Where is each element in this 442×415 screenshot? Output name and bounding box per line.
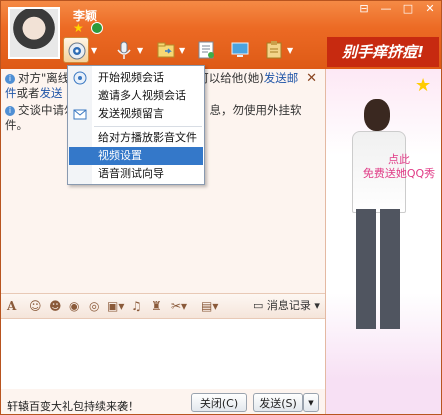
message-input[interactable]	[1, 319, 325, 389]
show-text-line2: 免费送她QQ秀	[362, 167, 436, 180]
send-mail-link[interactable]: 发送邮	[264, 71, 299, 85]
info-icon: i	[5, 105, 15, 116]
send-options-button[interactable]: ▼	[303, 393, 319, 412]
title-bar: 李颖 ★ ⊟ — □ ✕ ▼ ▼ ▼ ▼ 别手痒挤痘!	[1, 1, 441, 69]
clipboard-icon	[266, 41, 282, 59]
menu-separator	[94, 126, 202, 127]
level-star-icon: ★	[415, 75, 432, 96]
toolbox-icon[interactable]: ▤▾	[201, 299, 218, 313]
menu-item-label: 视频设置	[98, 149, 142, 162]
close-button[interactable]: 关闭(C)	[191, 393, 247, 412]
video-call-button[interactable]	[63, 37, 89, 63]
offline-notice-prefix: 对方"离线	[18, 71, 70, 85]
image-icon[interactable]: ▣▾	[107, 299, 124, 313]
promo-text[interactable]: 轩辕百变大礼包持续来袭！	[7, 398, 139, 414]
menu-item-video-message[interactable]: 发送视频留言	[69, 105, 203, 123]
menu-item-label: 给对方播放影音文件	[98, 131, 197, 144]
chat-window: 李颖 ★ ⊟ — □ ✕ ▼ ▼ ▼ ▼ 别手痒挤痘! i 对方"离线 可以给他…	[0, 0, 442, 415]
voice-call-button[interactable]	[111, 37, 137, 63]
folder-icon	[157, 42, 175, 58]
menu-item-voice-test[interactable]: 语音测试向导	[69, 165, 203, 183]
show-text-line1: 点此	[388, 153, 410, 166]
app-box-button[interactable]	[261, 37, 287, 63]
menu-item-label: 语音测试向导	[98, 167, 164, 180]
history-icon: ▭	[253, 299, 264, 312]
online-status-icon	[90, 22, 103, 34]
webcam-icon	[68, 42, 86, 60]
menu-item-label: 开始视频会话	[98, 71, 164, 84]
info-icon: i	[5, 73, 15, 84]
envelope-icon	[73, 109, 87, 120]
send-button[interactable]: 发送(S)	[253, 393, 303, 412]
close-window-button[interactable]: ✕	[419, 1, 441, 17]
menu-item-start-video[interactable]: 开始视频会话	[69, 69, 203, 87]
menu-item-play-media[interactable]: 给对方播放影音文件	[69, 129, 203, 147]
video-dropdown-menu: 开始视频会话 邀请多人视频会话 发送视频留言 给对方播放影音文件 视频设置 语音…	[67, 65, 205, 185]
screenshot-icon[interactable]: ✂▾	[171, 299, 187, 313]
offline-notice-suffix: 可以给他(她)	[197, 71, 264, 85]
magic-face-icon[interactable]: ☻	[49, 299, 62, 313]
avatar-hair	[364, 99, 390, 131]
emoji-icon[interactable]: ☺	[29, 299, 42, 313]
input-toolbar: A ☺ ☻ ◉ ◎ ▣▾ ♫ ♜ ✂▾ ▤▾ ▭ 消息记录 ▾	[1, 293, 325, 319]
video-dropdown-arrow[interactable]: ▼	[91, 46, 97, 55]
microphone-icon	[117, 41, 131, 59]
font-icon[interactable]: A	[7, 299, 16, 313]
avatar-legs	[356, 209, 400, 329]
message-history-button[interactable]: ▭ 消息记录 ▾	[253, 297, 320, 313]
app-box-dropdown-arrow[interactable]: ▼	[287, 46, 293, 55]
menu-item-video-settings[interactable]: 视频设置	[69, 147, 203, 165]
qq-show-panel[interactable]: ★ 点此 免费送她QQ秀	[325, 69, 441, 414]
voice-message-icon[interactable]: ◎	[89, 299, 99, 313]
mail-link-continuation[interactable]: 件	[5, 86, 17, 100]
bottom-bar: 轩辕百变大礼包持续来袭！ 关闭(C) 发送(S) ▼	[1, 391, 325, 414]
chevron-down-icon: ▾	[314, 299, 320, 312]
shake-icon[interactable]: ◉	[69, 299, 79, 313]
gift-icon[interactable]: ♜	[151, 299, 162, 313]
music-icon[interactable]: ♫	[131, 299, 142, 313]
minimize-button[interactable]: —	[375, 1, 397, 17]
window-controls: ⊟ — □ ✕	[353, 1, 441, 19]
avatar[interactable]	[8, 7, 60, 59]
remote-assist-button[interactable]	[227, 37, 253, 63]
send-file-button[interactable]	[153, 37, 179, 63]
offline-notice-or: 或者	[16, 86, 40, 100]
send-link[interactable]: 发送	[40, 86, 63, 100]
sms-button[interactable]	[193, 37, 219, 63]
voice-dropdown-arrow[interactable]: ▼	[137, 46, 143, 55]
message-list-icon	[198, 41, 214, 59]
monitor-icon	[231, 42, 249, 57]
file-dropdown-arrow[interactable]: ▼	[179, 46, 185, 55]
menu-item-label: 邀请多人视频会话	[98, 89, 186, 102]
history-label: 消息记录	[266, 299, 311, 312]
menu-item-label: 发送视频留言	[98, 107, 164, 120]
star-icon: ★	[73, 21, 84, 35]
maximize-button[interactable]: □	[397, 1, 419, 17]
ad-banner[interactable]: 别手痒挤痘!	[327, 37, 439, 67]
close-notice-icon[interactable]: ✕	[306, 71, 317, 86]
free-show-link[interactable]: 点此 免费送她QQ秀	[354, 153, 441, 181]
video-chat-icon	[73, 71, 87, 85]
window-menu-button[interactable]: ⊟	[353, 1, 375, 17]
menu-item-multi-video[interactable]: 邀请多人视频会话	[69, 87, 203, 105]
status-icons: ★	[73, 22, 105, 36]
